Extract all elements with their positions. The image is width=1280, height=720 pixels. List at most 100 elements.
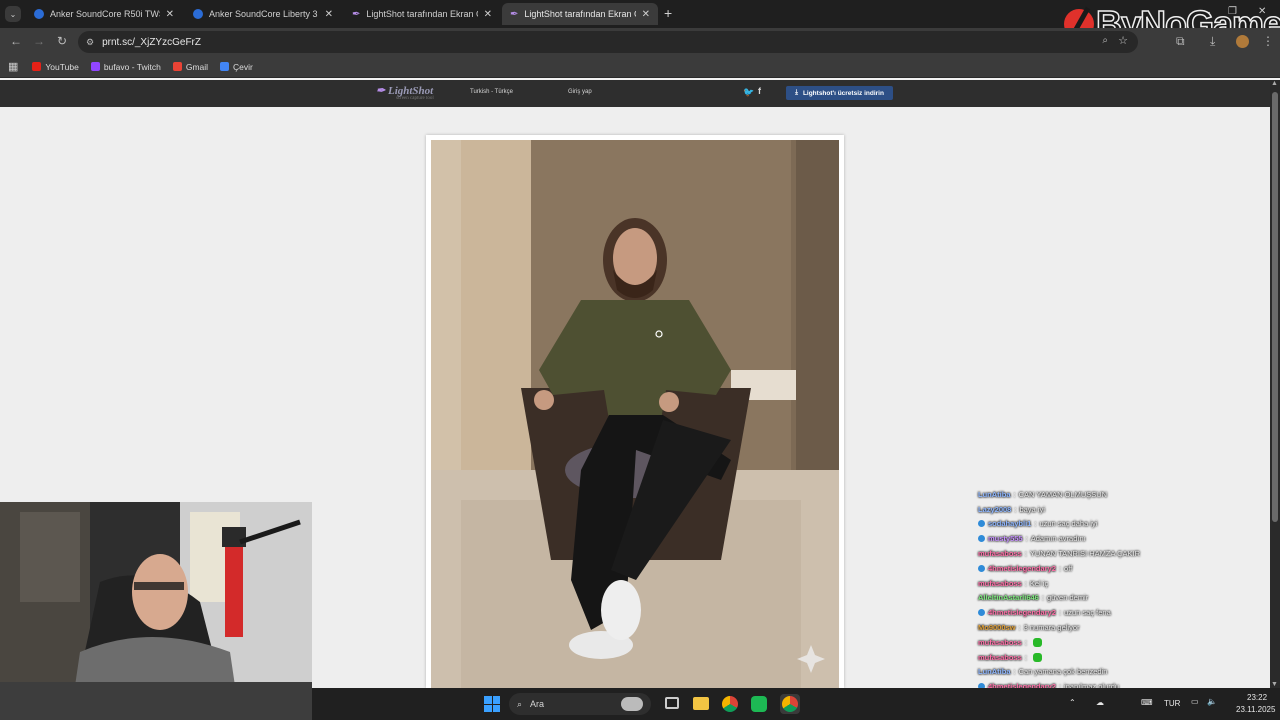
chrome-icon <box>782 696 798 712</box>
site-info-icon[interactable]: ⚙ <box>86 37 94 48</box>
chat-username: mufasaboss <box>978 652 1022 662</box>
avatar[interactable] <box>1236 35 1249 48</box>
gmail-icon <box>172 62 182 71</box>
browser-tab-active[interactable]: ✒ LightShot tarafından Ekran Gör ✕ <box>502 3 658 25</box>
close-tab-icon[interactable]: ✕ <box>325 9 333 20</box>
login-link[interactable]: Giriş yap <box>568 89 592 95</box>
back-arrow-icon[interactable]: ← <box>10 34 22 48</box>
facebook-icon[interactable]: f <box>758 86 761 96</box>
emote-icon <box>1032 637 1042 647</box>
clock-time[interactable]: 23:22 <box>1247 693 1267 702</box>
tab-title: Anker SoundCore Liberty 3 Pro <box>209 9 319 19</box>
new-tab-button[interactable]: + <box>664 5 672 21</box>
chat-text: Can yamana çok benzedin <box>1018 667 1108 677</box>
extensions-icon[interactable]: ⧉ <box>1176 34 1185 49</box>
bookmark-label: Çevir <box>233 61 253 72</box>
chat-text: off <box>1064 563 1073 573</box>
search-placeholder: Ara <box>530 699 545 709</box>
chrome-icon[interactable] <box>722 696 738 712</box>
check-favicon-icon <box>193 9 203 19</box>
chat-username: 4hmetislegendary2 <box>988 608 1056 618</box>
chat-username: 4hmetislegendary2 <box>988 563 1056 573</box>
bookmark-label: bufavo - Twitch <box>103 61 161 72</box>
close-tab-icon[interactable]: ✕ <box>166 9 174 20</box>
search-highlight-icon <box>621 697 643 711</box>
chat-message: mufasaboss: Kel iç <box>978 578 1049 588</box>
download-label: Lightshot'ı ücretsiz indirin <box>802 89 884 97</box>
feather-favicon-icon: ✒ <box>510 8 519 20</box>
stream-chat-overlay: LunAtiba: CAN YAMAN OLMUŞSUN Lazy2008: baya… <box>978 487 1268 709</box>
downloads-icon[interactable]: ⤓ <box>1210 34 1215 49</box>
cloud-icon[interactable]: ☁ <box>1096 698 1104 707</box>
chat-badge-icon <box>978 609 985 617</box>
bookmark-star-icon[interactable]: ☆ <box>1118 34 1128 47</box>
address-bar[interactable]: ⚙ prnt.sc/_XjZYzcGeFrZ ⌕ ☆ <box>78 31 1138 53</box>
apps-grid-icon[interactable]: ▦ <box>8 60 18 73</box>
bookmark-twitch[interactable]: bufavo - Twitch <box>90 61 161 72</box>
browser-tab[interactable]: ✒ LightShot tarafından Ekran Gör ✕ <box>344 3 500 25</box>
taskbar-search[interactable]: ⌕ Ara <box>509 693 651 715</box>
chat-text: Adamın avradını <box>1030 534 1086 544</box>
chat-text: Kel iç <box>1029 578 1049 588</box>
scrollbar-thumb[interactable] <box>1272 92 1278 522</box>
screenshot-frame <box>426 135 844 688</box>
lightshot-header: ✒ LightShot screen capture tool Turkish … <box>0 80 1270 107</box>
close-tab-icon[interactable]: ✕ <box>484 9 492 20</box>
download-icon: ⤓ <box>795 89 798 96</box>
tray-chevron-icon[interactable]: ⌃ <box>1069 698 1076 707</box>
feather-icon: ✒ <box>376 85 386 97</box>
chat-message: AlleltinAstarli646: güven demir <box>978 593 1089 603</box>
page-scrollbar[interactable]: ▲ ▼ <box>1270 80 1280 688</box>
chat-text: uzun saç daha iyi <box>1039 519 1098 529</box>
close-tab-icon[interactable]: ✕ <box>642 9 650 20</box>
chat-username: LunAtiba <box>978 489 1011 499</box>
chat-message: sodahaybli1: uzun saç daha iyi <box>978 517 1268 532</box>
scroll-up-arrow-icon[interactable]: ▲ <box>1271 80 1278 87</box>
chat-username: sodahaybli1 <box>988 519 1032 529</box>
reload-icon[interactable]: ↻ <box>57 34 67 48</box>
clock-date[interactable]: 23.11.2025 <box>1236 705 1275 714</box>
tab-title: LightShot tarafından Ekran Gör <box>366 9 477 19</box>
download-lightshot-button[interactable]: ⤓ Lightshot'ı ücretsiz indirin <box>786 86 893 100</box>
tab-title: LightShot tarafından Ekran Gör <box>524 9 635 19</box>
language-selector[interactable]: Turkish - Türkçe <box>470 89 513 95</box>
volume-icon[interactable]: 🔈 <box>1207 697 1217 706</box>
twitter-icon[interactable]: 🐦 <box>743 87 754 98</box>
lightshot-logo[interactable]: ✒ LightShot screen capture tool <box>376 84 434 101</box>
chat-message: LunAtiba: Can yamana çok benzedin <box>978 667 1108 677</box>
app-green-icon[interactable] <box>751 696 767 712</box>
tab-search-chevron-icon[interactable]: ⌄ <box>5 6 21 22</box>
chat-message: mufasaboss: YUNAN TANRISI HAMZA ÇAKIR <box>978 549 1141 559</box>
zoom-icon[interactable]: ⌕ <box>1102 35 1108 46</box>
youtube-icon <box>32 62 42 71</box>
emote-icon <box>1032 652 1042 662</box>
display-icon[interactable]: ▭ <box>1191 697 1199 706</box>
tab-title: Anker SoundCore R50i TWS Ku <box>50 9 160 19</box>
lightshot-tagline: screen capture tool <box>396 96 434 101</box>
chat-message: Lazy2008: baya iyi <box>978 504 1045 514</box>
chat-username: Lazy2008 <box>978 504 1012 514</box>
check-favicon-icon <box>34 9 44 19</box>
windows-start-icon[interactable] <box>484 696 500 712</box>
bookmark-youtube[interactable]: YouTube <box>32 62 79 72</box>
menu-kebab-icon[interactable]: ⋮ <box>1262 34 1274 48</box>
chat-message: LunAtiba: CAN YAMAN OLMUŞSUN <box>978 489 1108 499</box>
screenshot-image[interactable] <box>431 140 839 688</box>
url-text[interactable]: prnt.sc/_XjZYzcGeFrZ <box>102 37 201 48</box>
chat-badge-icon <box>978 520 985 528</box>
chat-badge-icon <box>978 564 985 572</box>
chat-username: mufasaboss <box>978 578 1022 588</box>
bookmark-gmail[interactable]: Gmail <box>172 62 208 72</box>
scroll-down-arrow-icon[interactable]: ▼ <box>1271 681 1278 688</box>
keyboard-icon[interactable]: ⌨ <box>1141 698 1153 707</box>
browser-tab[interactable]: Anker SoundCore R50i TWS Ku ✕ <box>26 3 182 25</box>
input-language[interactable]: TUR <box>1164 699 1180 708</box>
file-explorer-icon[interactable] <box>693 697 709 710</box>
windows-taskbar: ⌕ Ara ⌃ ☁ ⌨ TUR ▭ 🔈 23:22 23.11.2025 <box>312 688 1280 720</box>
browser-tab[interactable]: Anker SoundCore Liberty 3 Pro ✕ <box>185 3 341 25</box>
task-view-icon[interactable] <box>665 697 679 709</box>
bookmark-translate[interactable]: Çevir <box>220 62 253 72</box>
forward-arrow-icon[interactable]: → <box>33 34 45 48</box>
chat-text: CAN YAMAN OLMUŞSUN <box>1018 489 1108 499</box>
chat-message: mufasaboss: <box>978 650 1268 665</box>
